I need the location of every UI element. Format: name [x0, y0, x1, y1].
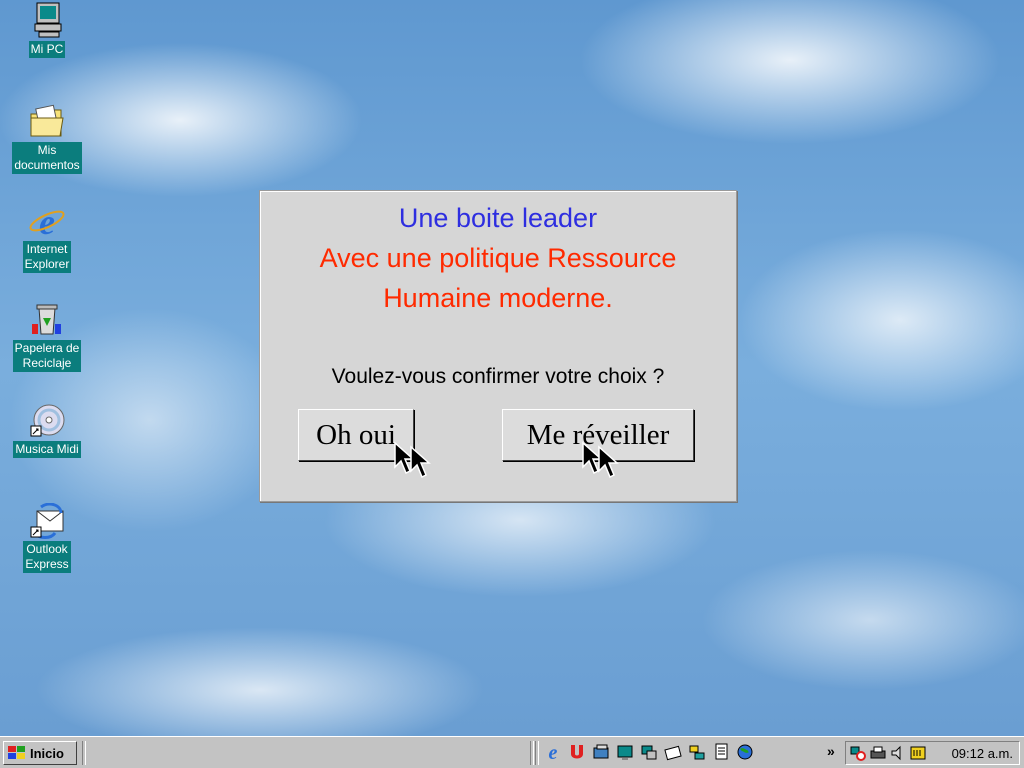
document-icon[interactable] — [712, 742, 730, 762]
dialog-question: Voulez-vous confirmer votre choix ? — [331, 365, 665, 388]
internet-explorer-icon[interactable]: e — [544, 742, 562, 762]
quick-launch-chevron[interactable]: » — [827, 743, 835, 759]
dialog-line-1: Une boite leader — [398, 203, 598, 233]
internet-explorer-icon: e — [29, 203, 65, 239]
start-label: Inicio — [30, 745, 64, 761]
outlook-icon[interactable] — [568, 742, 586, 762]
svg-text:e: e — [549, 742, 558, 762]
desktop-icon-outlook-express[interactable]: Outlook Express — [6, 503, 88, 573]
mail-icon[interactable] — [664, 742, 682, 762]
my-computer-icon — [34, 2, 62, 38]
recycle-bin-icon — [32, 304, 61, 335]
folder-icon — [30, 104, 64, 137]
outlook-express-icon — [30, 503, 64, 539]
windows-logo-icon — [8, 746, 25, 759]
globe-icon[interactable] — [736, 742, 754, 762]
volume-icon[interactable] — [890, 745, 906, 761]
printer-tray-icon[interactable] — [870, 745, 886, 761]
mouse-cursors-icon — [394, 441, 431, 479]
taskbar: Inicio e » 09:12 a.m. — [0, 736, 1024, 768]
desktop-icon-label: Mi PC — [28, 41, 66, 58]
desktop-icon-musica-midi[interactable]: Musica Midi — [6, 402, 88, 458]
mouse-cursors-icon — [582, 441, 619, 479]
quick-launch-bar: e — [544, 742, 754, 762]
desktop-icon-label: Mis documentos — [12, 142, 82, 174]
scheduler-icon[interactable] — [910, 745, 926, 761]
taskbar-separator — [530, 741, 534, 765]
svg-text:e: e — [39, 203, 55, 239]
desktop-icon-internet-explorer[interactable]: e Internet Explorer — [6, 203, 88, 273]
taskbar-separator — [535, 741, 539, 765]
network-icon[interactable] — [640, 742, 658, 762]
desktop-icon-label: Papelera de Reciclaje — [12, 340, 82, 372]
desktop-icon-label: Musica Midi — [13, 441, 81, 458]
confirm-dialog: Une boite leader Avec une politique Ress… — [259, 190, 737, 502]
network-tray-icon[interactable] — [850, 745, 866, 761]
start-button[interactable]: Inicio — [3, 741, 77, 765]
monitor-icon[interactable] — [616, 742, 634, 762]
desktop-icon-label: Internet Explorer — [22, 241, 72, 273]
taskbar-clock[interactable]: 09:12 a.m. — [952, 746, 1013, 761]
show-desktop-icon[interactable] — [592, 742, 610, 762]
desktop-icon-recycle-bin[interactable]: Papelera de Reciclaje — [6, 302, 88, 372]
dialog-line-3: Humaine moderne. — [383, 283, 613, 313]
cd-icon — [30, 404, 65, 437]
taskbar-separator — [82, 741, 86, 765]
system-tray: 09:12 a.m. — [845, 741, 1020, 765]
explorer-icon[interactable] — [688, 742, 706, 762]
desktop-icon-my-pc[interactable]: Mi PC — [6, 2, 88, 58]
desktop: Mi PC Mis documentos e Internet Explorer… — [0, 0, 1024, 736]
desktop-icon-label: Outlook Express — [23, 541, 71, 573]
dialog-line-2: Avec une politique Ressource — [319, 243, 677, 273]
desktop-icon-my-documents[interactable]: Mis documentos — [6, 104, 88, 174]
